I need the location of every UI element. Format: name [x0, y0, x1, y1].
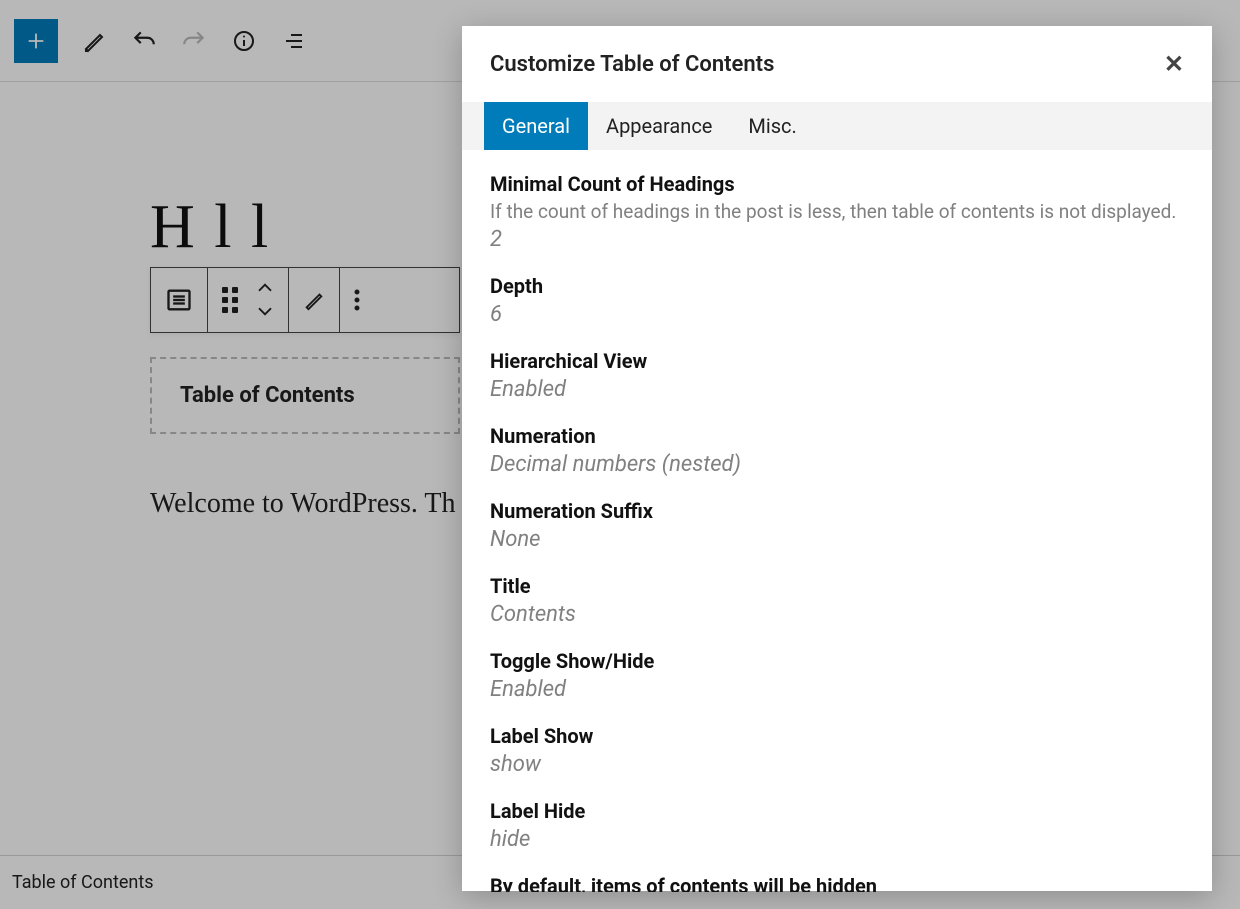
tab-appearance[interactable]: Appearance: [588, 102, 730, 150]
modal-header: Customize Table of Contents ✕: [462, 26, 1212, 102]
setting-label: Toggle Show/Hide: [490, 649, 1184, 673]
setting-value: hide: [490, 827, 1184, 852]
setting-numeration-suffix[interactable]: Numeration Suffix None: [490, 499, 1184, 552]
setting-toggle[interactable]: Toggle Show/Hide Enabled: [490, 649, 1184, 702]
setting-label: Label Show: [490, 724, 1184, 748]
close-icon[interactable]: ✕: [1164, 50, 1184, 78]
setting-value: 6: [490, 302, 1184, 327]
tab-misc[interactable]: Misc.: [730, 102, 814, 150]
setting-value: 2: [490, 227, 1184, 252]
setting-value: show: [490, 752, 1184, 777]
setting-value: Enabled: [490, 677, 1184, 702]
setting-hierarchical[interactable]: Hierarchical View Enabled: [490, 349, 1184, 402]
setting-label: Hierarchical View: [490, 349, 1184, 373]
setting-value: Decimal numbers (nested): [490, 452, 1184, 477]
setting-label: Numeration: [490, 424, 1184, 448]
setting-value: Enabled: [490, 377, 1184, 402]
setting-minimal-count[interactable]: Minimal Count of Headings If the count o…: [490, 172, 1184, 252]
setting-label: Title: [490, 574, 1184, 598]
setting-label: Label Hide: [490, 799, 1184, 823]
setting-label: Numeration Suffix: [490, 499, 1184, 523]
setting-numeration[interactable]: Numeration Decimal numbers (nested): [490, 424, 1184, 477]
setting-label-hide[interactable]: Label Hide hide: [490, 799, 1184, 852]
setting-value: None: [490, 527, 1184, 552]
customize-toc-modal: Customize Table of Contents ✕ General Ap…: [462, 26, 1212, 891]
setting-label: Minimal Count of Headings: [490, 172, 1184, 196]
setting-label-show[interactable]: Label Show show: [490, 724, 1184, 777]
setting-description: If the count of headings in the post is …: [490, 200, 1184, 223]
modal-tabs: General Appearance Misc.: [462, 102, 1212, 150]
setting-title[interactable]: Title Contents: [490, 574, 1184, 627]
setting-value: Contents: [490, 602, 1184, 627]
setting-default-hidden[interactable]: By default, items of contents will be hi…: [490, 874, 1184, 892]
tab-general[interactable]: General: [484, 102, 588, 150]
modal-body: Minimal Count of Headings If the count o…: [462, 150, 1212, 892]
setting-label: Depth: [490, 274, 1184, 298]
modal-title: Customize Table of Contents: [490, 52, 774, 77]
setting-depth[interactable]: Depth 6: [490, 274, 1184, 327]
